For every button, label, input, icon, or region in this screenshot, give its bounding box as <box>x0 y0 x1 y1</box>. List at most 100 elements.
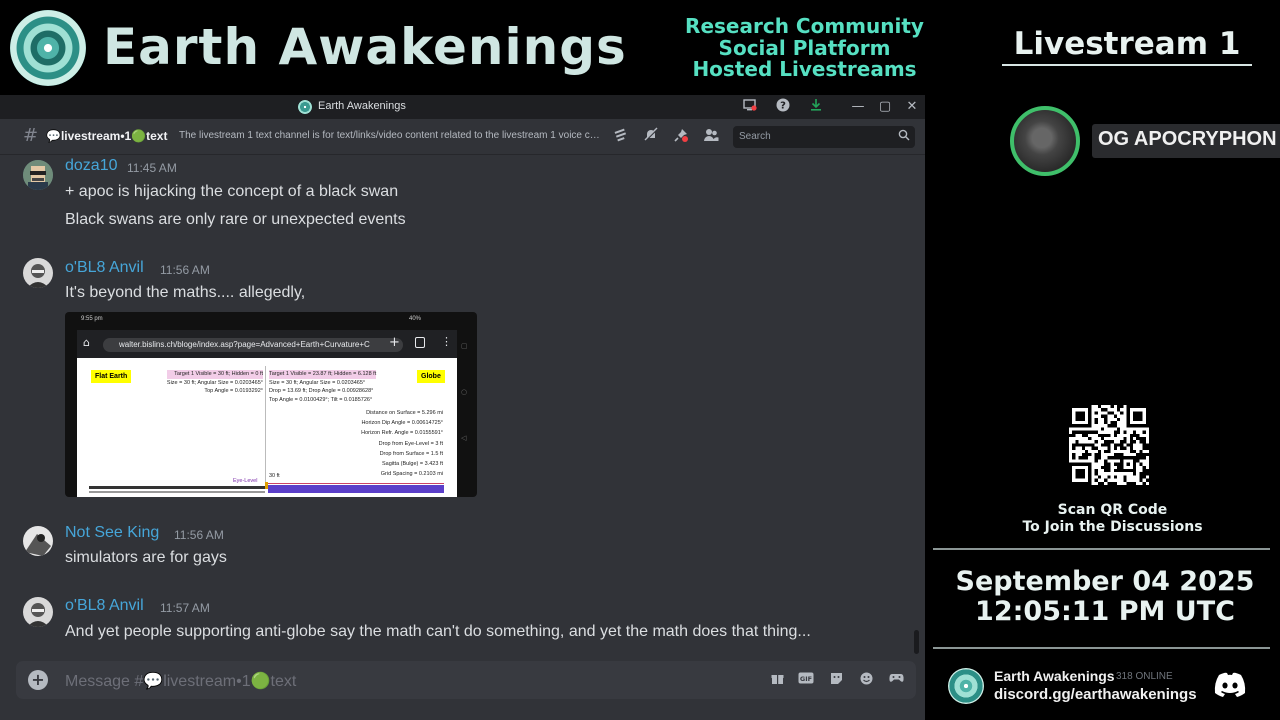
livestream-title: Livestream 1 <box>1013 26 1241 62</box>
browser-url-bar: ⌂ walter.bislins.ch/bloge/index.asp?page… <box>77 330 457 358</box>
close-icon[interactable]: ✕ <box>903 98 921 116</box>
timestamp: 11:56 AM <box>174 528 224 542</box>
stream-info-panel: Livestream 1 OG APOCRYPHON Scan QR Code … <box>930 0 1280 720</box>
add-attachment-icon[interactable]: + <box>28 670 48 690</box>
time: 12:05:11 PM UTC <box>975 596 1235 627</box>
globe-stats: Target 1 Visible = 23.87 ft; Hidden = 6.… <box>269 370 377 404</box>
tagline-line: Hosted Livestreams <box>692 57 917 81</box>
surface-stats: Distance on Surface = 5.296 mi Horizon D… <box>361 408 443 479</box>
svg-text:?: ? <box>780 101 786 112</box>
search-input[interactable]: Search <box>733 126 915 148</box>
avatar[interactable] <box>23 258 53 288</box>
server-logo <box>948 668 984 704</box>
earth-awakenings-logo <box>10 10 86 86</box>
discord-window: Earth Awakenings ? — ▢ ✕ # 💬livestream•1… <box>0 95 925 720</box>
username[interactable]: Not See King <box>65 524 159 542</box>
browser-menu-icon: ⋮ <box>441 335 452 348</box>
stream-banner: Earth Awakenings Research Community Soci… <box>0 0 930 95</box>
channel-topic[interactable]: The livestream 1 text channel is for tex… <box>179 130 604 141</box>
username[interactable]: o'BL8 Anvil <box>65 597 144 615</box>
message-input[interactable]: Message #💬livestream•1🟢text <box>65 671 296 691</box>
scrollbar[interactable] <box>914 630 919 654</box>
minimize-icon[interactable]: — <box>849 98 867 116</box>
calc-line: Drop from Eye-Level = 3 ft <box>378 440 443 447</box>
member-list-icon[interactable] <box>701 127 721 147</box>
server-icon <box>298 100 312 114</box>
divider <box>933 548 1270 550</box>
tabs-icon <box>415 337 425 348</box>
message-text: + apoc is hijacking the concept of a bla… <box>65 183 399 200</box>
message-composer[interactable]: + Message #💬livestream•1🟢text GIF <box>16 661 916 699</box>
datetime-display: September 04 2025 12:05:11 PM UTC <box>930 567 1280 627</box>
speaker-avatar <box>1010 106 1080 176</box>
calc-line: Drop from Surface = 1.5 ft <box>379 450 443 457</box>
activities-icon[interactable] <box>887 672 905 688</box>
calc-line: Size = 30 ft; Angular Size = 0.0203465° <box>269 379 366 386</box>
invite-link: discord.gg/earthawakenings <box>994 686 1197 703</box>
username[interactable]: doza10 <box>65 157 118 175</box>
avatar[interactable] <box>23 160 53 190</box>
flat-earth-label: Flat Earth <box>91 370 132 383</box>
phone-status-bar: 9:55 pm 40% <box>81 316 421 322</box>
height-mark: 30 ft <box>269 473 280 479</box>
qr-code <box>1069 405 1149 485</box>
calc-line: Drop = 13.69 ft; Drop Angle = 0.00928628… <box>269 388 374 395</box>
calc-line: Horizon Refr. Angle = 0.0155591° <box>361 430 443 437</box>
emoji-icon[interactable] <box>857 672 875 688</box>
brand-title: Earth Awakenings <box>103 18 627 76</box>
globe-label: Globe <box>417 370 445 383</box>
date: September 04 2025 <box>955 566 1255 597</box>
threads-icon[interactable] <box>611 127 631 147</box>
image-attachment[interactable]: 9:55 pm 40% ⌂ walter.bislins.ch/bloge/in… <box>65 312 477 497</box>
calc-line: Target 1 Visible = 23.87 ft; Hidden = 6.… <box>269 370 377 379</box>
message-text: It's beyond the maths.... allegedly, <box>65 284 306 301</box>
username[interactable]: o'BL8 Anvil <box>65 259 144 277</box>
curvature-calculator-page: Flat Earth Globe Target 1 Visible = 30 f… <box>77 358 457 497</box>
calc-line: Distance on Surface = 5.296 mi <box>366 410 443 416</box>
eye-level-label: Eye-Level <box>233 478 258 484</box>
flat-stats: Target 1 Visible = 30 ft; Hidden = 0 ft … <box>166 370 263 396</box>
help-icon[interactable]: ? <box>774 98 792 118</box>
pinned-messages-icon[interactable] <box>671 127 691 147</box>
calc-line: Horizon Dip Angle = 0.00614725° <box>361 420 443 427</box>
timestamp: 11:57 AM <box>160 601 210 615</box>
message-text: And yet people supporting anti-globe say… <box>65 623 811 640</box>
timestamp: 11:56 AM <box>160 263 210 277</box>
gif-icon[interactable]: GIF <box>797 672 815 688</box>
scan-line: To Join the Discussions <box>1022 519 1203 535</box>
calc-line: Size = 30 ft; Angular Size = 0.0203465° <box>166 379 263 386</box>
tagline: Research Community Social Platform Hoste… <box>672 15 937 81</box>
search-placeholder: Search <box>739 131 771 142</box>
browser-url: walter.bislins.ch/bloge/index.asp?page=A… <box>103 338 403 352</box>
calc-line: Target 1 Visible = 30 ft; Hidden = 0 ft <box>166 370 263 379</box>
calc-line: Sagitta (Bulge) = 3.423 ft <box>382 461 443 468</box>
gift-icon[interactable] <box>768 672 786 688</box>
avatar[interactable] <box>23 597 53 627</box>
home-icon: ⌂ <box>83 336 90 349</box>
new-tab-icon: + <box>389 335 400 350</box>
avatar[interactable] <box>23 526 53 556</box>
scan-line: Scan QR Code <box>1057 502 1168 518</box>
calc-line: Top Angle = 0.0100429°; Tilt = 0.0185726… <box>269 396 373 403</box>
phone-nav-buttons: ▢ ○ ◁ <box>461 342 468 442</box>
title-bar: Earth Awakenings ? — ▢ ✕ <box>0 95 925 119</box>
message-list[interactable]: doza10 11:45 AM + apoc is hijacking the … <box>0 156 925 656</box>
channel-header: # 💬livestream•1🟢text The livestream 1 te… <box>0 119 925 155</box>
calc-line: Grid Spacing = 0.2103 mi <box>380 471 443 478</box>
channel-name: 💬livestream•1🟢text <box>46 129 168 143</box>
divider <box>933 647 1270 649</box>
download-icon[interactable] <box>807 98 825 118</box>
timestamp: 11:45 AM <box>127 161 177 175</box>
notifications-muted-icon[interactable] <box>641 127 661 147</box>
title-underline <box>1002 64 1252 66</box>
svg-text:GIF: GIF <box>800 675 812 683</box>
sticker-icon[interactable] <box>827 672 845 688</box>
maximize-icon[interactable]: ▢ <box>876 98 894 116</box>
phone-clock: 9:55 pm <box>81 316 103 322</box>
screen-share-icon[interactable] <box>741 98 759 118</box>
message-text: simulators are for gays <box>65 549 227 566</box>
online-count: 318 ONLINE <box>1116 671 1173 682</box>
message-text: Black swans are only rare or unexpected … <box>65 211 406 228</box>
speaker-name: OG APOCRYPHON <box>1092 124 1280 158</box>
channel-hash-icon: # <box>23 125 39 146</box>
